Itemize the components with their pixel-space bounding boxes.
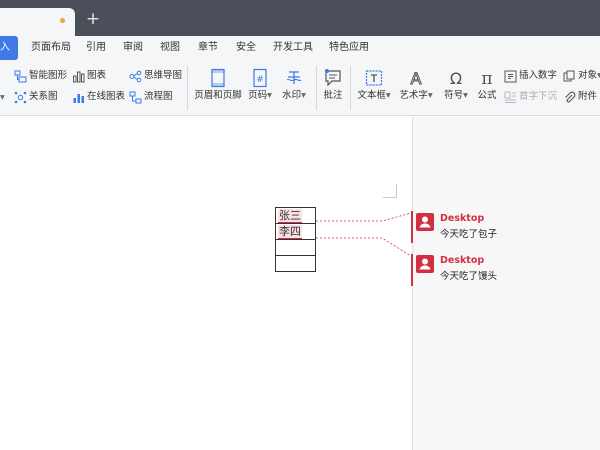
page-number-icon: #: [253, 68, 267, 88]
menu-references[interactable]: 引用: [86, 36, 106, 60]
commented-text[interactable]: 张三: [278, 208, 302, 223]
svg-text:Ω: Ω: [450, 69, 462, 88]
unsaved-indicator: [60, 18, 65, 23]
paperclip-icon: [565, 91, 576, 102]
smart-shape-button[interactable]: 智能图形: [14, 68, 67, 84]
table-row: [275, 239, 316, 256]
user-icon: [419, 216, 431, 228]
menu-dev-tools[interactable]: 开发工具: [273, 36, 313, 60]
ribbon-separator: [316, 66, 317, 110]
comment-card[interactable]: Desktop 今天吃了包子: [416, 213, 596, 245]
ribbon-separator: [187, 66, 188, 110]
comment-text[interactable]: 今天吃了包子: [440, 229, 497, 241]
insert-number-button[interactable]: 插入数字: [504, 68, 557, 84]
table-cell[interactable]: [275, 255, 316, 272]
svg-text:π: π: [481, 69, 492, 88]
pi-icon: π: [481, 69, 492, 88]
comment-card[interactable]: Desktop 今天吃了馒头: [416, 255, 596, 287]
comment-text[interactable]: 今天吃了馒头: [440, 271, 497, 283]
mind-map-button[interactable]: 思维导图: [129, 68, 182, 84]
svg-text:A: A: [411, 69, 422, 88]
commented-text[interactable]: 李四: [278, 224, 302, 239]
comment-author: Desktop: [440, 213, 485, 224]
online-chart-icon: [73, 93, 84, 103]
formula-button[interactable]: π 公式: [474, 68, 500, 102]
smart-shape-icon: [14, 70, 27, 82]
symbol-button[interactable]: Ω 符号▾: [441, 68, 471, 102]
title-bar: +: [0, 0, 600, 36]
word-art-button[interactable]: A 艺术字▾: [397, 68, 435, 102]
table-row: [275, 255, 316, 272]
menu-page-layout[interactable]: 页面布局: [31, 36, 71, 60]
table-row: 李四: [275, 223, 316, 240]
drop-cap-icon: [504, 91, 516, 103]
object-button[interactable]: 对象 ▾: [563, 68, 600, 84]
chart-button[interactable]: 图表: [72, 68, 106, 84]
user-icon: [419, 258, 431, 270]
table-cell[interactable]: [275, 239, 316, 256]
insert-number-icon: [504, 70, 517, 82]
object-icon: [563, 70, 575, 81]
document-tab[interactable]: [0, 8, 75, 36]
comment-indicator-bar: [411, 211, 413, 243]
document-table[interactable]: 张三 李四: [275, 207, 316, 272]
svg-text:#: #: [256, 75, 264, 85]
new-tab-button[interactable]: +: [84, 10, 102, 28]
word-art-icon: A: [410, 69, 422, 89]
document-page[interactable]: [0, 117, 412, 450]
chart-icon: [73, 71, 85, 82]
mind-map-icon: [129, 70, 142, 82]
comment-icon: [325, 69, 341, 87]
online-chart-button[interactable]: 在线图表: [72, 89, 125, 105]
menu-view[interactable]: 视图: [160, 36, 180, 60]
table-cell[interactable]: 李四: [275, 223, 316, 240]
header-footer-button[interactable]: 页眉和页脚: [193, 68, 243, 102]
menu-security[interactable]: 安全: [236, 36, 256, 60]
flowchart-icon: [129, 91, 142, 103]
ribbon-separator: [350, 66, 351, 110]
menu-chapter[interactable]: 章节: [198, 36, 218, 60]
menu-insert[interactable]: 入: [0, 36, 18, 60]
menu-bar: 入 页面布局 引用 审阅 视图 章节 安全 开发工具 特色应用: [0, 36, 600, 60]
watermark-icon: [286, 71, 302, 84]
avatar: [416, 213, 434, 231]
comment-indicator-bar: [411, 254, 413, 286]
text-box-icon: [365, 70, 383, 86]
overflow-dropdown[interactable]: ▾: [0, 90, 10, 106]
watermark-button[interactable]: 水印▾: [280, 68, 308, 102]
flowchart-button[interactable]: 流程图: [129, 89, 173, 105]
menu-review[interactable]: 审阅: [123, 36, 143, 60]
page-number-button[interactable]: # 页码▾: [245, 68, 275, 102]
omega-icon: Ω: [450, 69, 462, 88]
comment-author: Desktop: [440, 255, 485, 266]
avatar: [416, 255, 434, 273]
drop-cap-button: 首字下沉: [504, 89, 557, 105]
menu-features[interactable]: 特色应用: [329, 36, 369, 60]
text-box-button[interactable]: 文本框▾: [355, 68, 393, 102]
header-footer-icon: [211, 68, 225, 88]
relation-icon: [14, 91, 27, 103]
attachment-button[interactable]: 附件: [563, 89, 597, 105]
margin-corner-mark: [383, 184, 397, 198]
comment-button[interactable]: 批注: [320, 68, 346, 102]
relation-chart-button[interactable]: 关系图: [14, 89, 58, 105]
table-row: 张三: [275, 207, 316, 224]
table-cell[interactable]: 张三: [275, 207, 316, 224]
